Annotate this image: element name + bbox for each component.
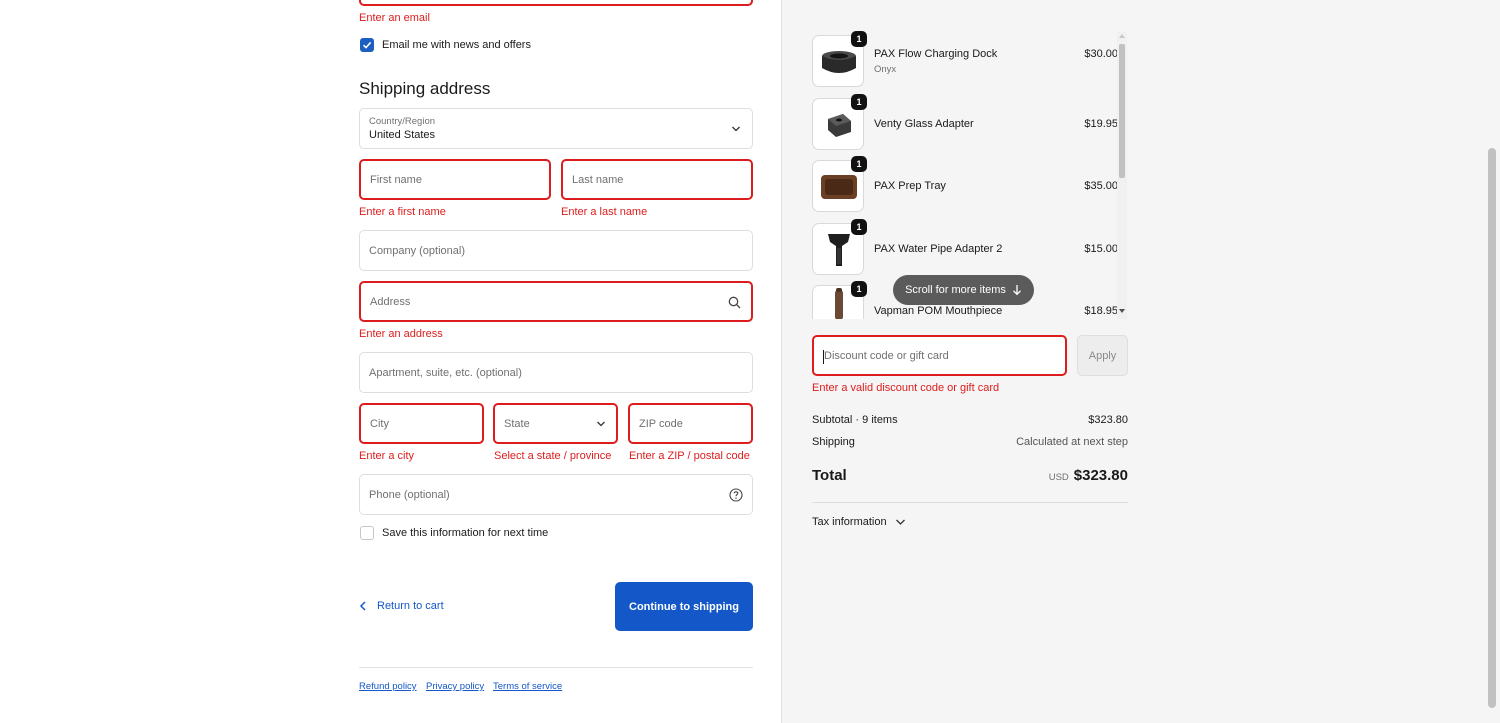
item-price: $30.00 [1084, 48, 1118, 60]
apartment-field[interactable]: Apartment, suite, etc. (optional) [359, 352, 753, 393]
tax-information-toggle[interactable]: Tax information [812, 516, 906, 528]
subtotal-label: Subtotal · 9 items [812, 414, 898, 426]
phone-field[interactable]: Phone (optional) [359, 474, 753, 515]
terms-of-service-link[interactable]: Terms of service [493, 681, 562, 692]
shipping-label: Shipping [812, 436, 855, 448]
item-name: PAX Flow Charging Dock [874, 48, 998, 60]
item-price: $19.95 [1084, 118, 1118, 130]
marketing-checkbox[interactable] [360, 38, 374, 52]
first-name-field[interactable]: First name [359, 159, 551, 200]
address-field[interactable]: Address [359, 281, 753, 322]
footer-divider [359, 667, 753, 668]
item-name: Vapman POM Mouthpiece [874, 305, 1003, 317]
marketing-label: Email me with news and offers [382, 39, 531, 51]
city-placeholder: City [370, 417, 389, 430]
check-icon [362, 41, 372, 49]
scroll-down-arrow-icon[interactable] [1119, 309, 1125, 313]
first-name-error: Enter a first name [359, 206, 446, 218]
cart-item: 1 PAX Flow Charging Dock Onyx $30.00 [812, 31, 1118, 87]
item-variant: Onyx [874, 64, 897, 75]
subtotal-value: $323.80 [1088, 414, 1128, 426]
country-value: United States [369, 129, 436, 141]
chevron-down-icon [895, 519, 905, 525]
item-name: Venty Glass Adapter [874, 118, 974, 130]
last-name-placeholder: Last name [572, 173, 624, 186]
total-value: $323.80 [1073, 467, 1128, 484]
zip-error: Enter a ZIP / postal code [629, 450, 750, 462]
arrow-down-icon [1012, 285, 1021, 296]
refund-policy-link[interactable]: Refund policy [359, 681, 417, 692]
help-circle-icon[interactable] [729, 488, 743, 502]
country-select[interactable]: Country/Region United States [359, 108, 753, 149]
privacy-policy-link[interactable]: Privacy policy [426, 681, 484, 692]
chevron-down-icon [732, 126, 740, 132]
return-to-cart-label: Return to cart [377, 600, 444, 612]
city-error: Enter a city [359, 450, 415, 462]
item-name: PAX Water Pipe Adapter 2 [874, 243, 1003, 255]
total-row: Total USD $323.80 [812, 467, 1128, 487]
scroll-hint-label: Scroll for more items [905, 284, 1006, 296]
item-price: $35.00 [1084, 180, 1118, 192]
apply-label: Apply [1088, 349, 1117, 362]
total-label: Total [812, 467, 847, 484]
last-name-error: Enter a last name [561, 206, 648, 218]
item-price: $18.95 [1084, 305, 1118, 317]
total-amount-group: USD $323.80 [1049, 467, 1128, 484]
apartment-placeholder: Apartment, suite, etc. (optional) [369, 366, 522, 379]
city-field[interactable]: City [359, 403, 484, 444]
page-scrollbar[interactable] [1488, 148, 1496, 708]
scroll-for-more-button[interactable]: Scroll for more items [893, 275, 1034, 305]
continue-to-shipping-button[interactable]: Continue to shipping [615, 582, 753, 631]
save-info-label: Save this information for next time [382, 527, 549, 539]
subtotal-row: Subtotal · 9 items $323.80 [812, 414, 1128, 426]
cart-item: 1 PAX Prep Tray $35.00 [812, 156, 1118, 212]
state-placeholder: State [504, 417, 530, 430]
quantity-badge: 1 [851, 156, 867, 172]
last-name-field[interactable]: Last name [561, 159, 753, 200]
return-to-cart-link[interactable]: Return to cart [359, 600, 444, 612]
chevron-left-icon [359, 601, 366, 611]
checkout-form-pane: Enter an email Email me with news and of… [0, 0, 782, 723]
discount-error: Enter a valid discount code or gift card [812, 382, 1000, 394]
currency-code: USD [1048, 472, 1069, 483]
company-field[interactable]: Company (optional) [359, 230, 753, 271]
phone-placeholder: Phone (optional) [369, 488, 450, 501]
cart-item: 1 Venty Glass Adapter $19.95 [812, 94, 1118, 150]
first-name-placeholder: First name [370, 173, 422, 186]
zip-placeholder: ZIP code [639, 417, 683, 430]
quantity-badge: 1 [851, 281, 867, 297]
state-error: Select a state / province [494, 450, 612, 462]
zip-field[interactable]: ZIP code [628, 403, 753, 444]
scroll-up-arrow-icon[interactable] [1119, 34, 1125, 38]
item-price: $15.00 [1084, 243, 1118, 255]
summary-divider [812, 502, 1128, 503]
apply-discount-button[interactable]: Apply [1077, 335, 1128, 376]
search-icon [728, 296, 741, 309]
email-error: Enter an email [359, 12, 430, 24]
shipping-value: Calculated at next step [1016, 436, 1128, 448]
cart-list-scrollbar[interactable] [1117, 32, 1127, 319]
shipping-row: Shipping Calculated at next step [812, 436, 1128, 448]
quantity-badge: 1 [851, 94, 867, 110]
save-info-checkbox[interactable] [360, 526, 374, 540]
shipping-heading: Shipping address [359, 79, 491, 98]
address-placeholder: Address [370, 295, 411, 308]
cart-item: 1 PAX Water Pipe Adapter 2 $15.00 [812, 219, 1118, 275]
discount-code-field[interactable]: Discount code or gift card [812, 335, 1067, 376]
chevron-down-icon [597, 421, 605, 427]
cart-list-scroll-thumb[interactable] [1119, 44, 1125, 178]
country-label: Country/Region [369, 116, 436, 127]
item-name: PAX Prep Tray [874, 180, 946, 192]
quantity-badge: 1 [851, 219, 867, 235]
discount-placeholder: Discount code or gift card [824, 349, 949, 362]
email-field[interactable] [359, 0, 753, 6]
tax-information-label: Tax information [812, 516, 887, 528]
company-placeholder: Company (optional) [369, 244, 465, 257]
state-select[interactable]: State [493, 403, 618, 444]
address-error: Enter an address [359, 328, 443, 340]
quantity-badge: 1 [851, 31, 867, 47]
